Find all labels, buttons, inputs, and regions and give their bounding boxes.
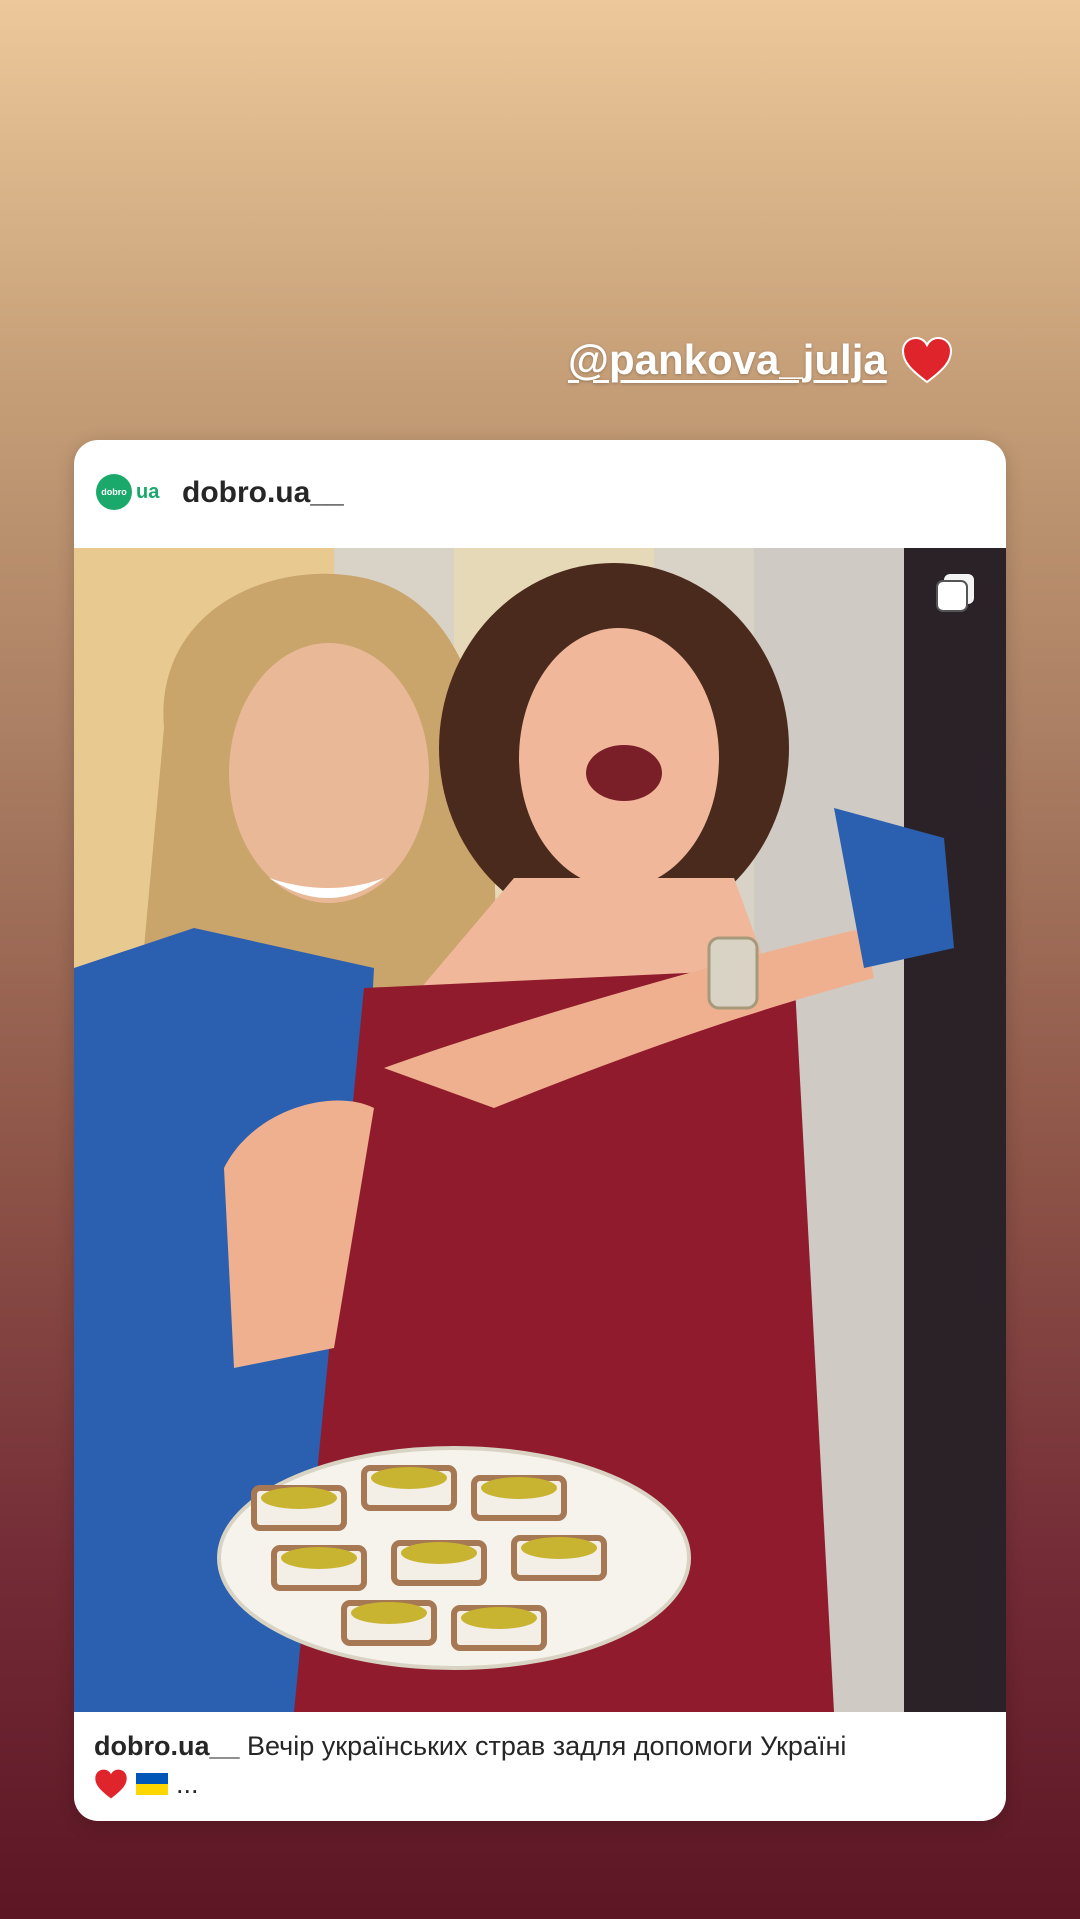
caption-more[interactable]: ... — [176, 1766, 199, 1802]
logo-suffix: ua — [136, 480, 160, 503]
story-mention[interactable]: @pankova_julja — [568, 330, 953, 390]
photo-illustration — [74, 548, 1006, 1712]
shared-post-card[interactable]: dobro ua dobro.ua__ dobro.ua__ Вечір укр… — [74, 440, 1006, 1821]
logo-circle: dobro — [96, 474, 132, 510]
caption-username[interactable]: dobro.ua__ — [94, 1731, 240, 1761]
post-caption: dobro.ua__ Вечір українських страв задля… — [94, 1728, 986, 1802]
mention-link[interactable]: @pankova_julja — [568, 336, 887, 384]
ukraine-flag-icon — [136, 1773, 168, 1795]
caption-text: Вечір українських страв задля допомоги У… — [247, 1731, 847, 1761]
multiple-photos-icon — [936, 574, 974, 612]
heart-icon — [901, 336, 952, 384]
post-photo[interactable] — [74, 548, 1006, 1712]
heart-icon — [95, 1769, 127, 1799]
caption-line-2: ... — [94, 1766, 986, 1802]
post-username[interactable]: dobro.ua__ — [182, 476, 344, 510]
post-header: dobro ua dobro.ua__ — [74, 440, 1006, 548]
account-avatar[interactable]: dobro ua — [96, 474, 159, 510]
caption-line-1: dobro.ua__ Вечір українських страв задля… — [94, 1728, 986, 1764]
